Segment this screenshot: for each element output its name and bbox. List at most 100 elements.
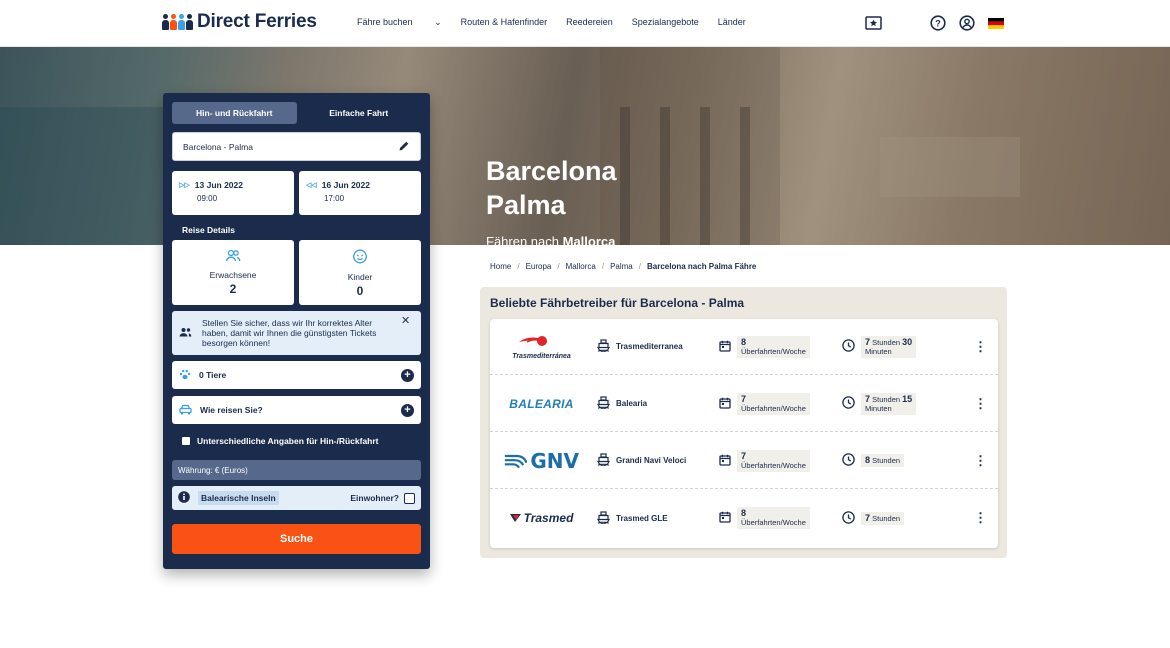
travel-details-label: Reise Details [182, 225, 235, 235]
main-nav: Fähre buchen ⌄ Routen & Hafenfinder Reed… [357, 17, 765, 28]
crossing-duration: 7 Stunden 15 Minuten [842, 392, 917, 415]
info-icon [178, 491, 190, 505]
logo-text: Direct Ferries [197, 11, 317, 32]
nav-item-offers[interactable]: Spezialangebote [632, 17, 699, 28]
child-face-icon [299, 249, 421, 269]
ticket-star-icon[interactable] [864, 14, 882, 32]
crossing-duration: 7 Stunden 30 Minuten [842, 335, 917, 358]
breadcrumb-home[interactable]: Home [490, 262, 511, 271]
checkbox[interactable] [182, 437, 190, 445]
calendar-icon [719, 340, 731, 354]
close-icon[interactable]: ✕ [401, 316, 410, 355]
ship-icon [596, 396, 611, 411]
trip-type-tabs: Hin- und Rückfahrt Einfache Fahrt [172, 102, 421, 124]
logo-people-icon [162, 14, 193, 30]
outbound-arrow-icon: ▷▷ [179, 182, 190, 189]
clock-icon [842, 510, 855, 526]
section-title: Beliebte Fährbetreiber für Barcelona - P… [490, 296, 745, 310]
calendar-icon [719, 397, 731, 411]
help-icon[interactable]: ? [929, 14, 947, 32]
pets-selector[interactable]: 0 Tiere + [172, 361, 421, 389]
calendar-icon [719, 511, 731, 525]
more-vert-icon[interactable]: ⋮ [974, 396, 987, 412]
hero-title-origin: Barcelona [486, 156, 617, 186]
crossing-duration: 8 Stunden [842, 453, 905, 468]
car-icon [179, 404, 192, 417]
age-notice: Stellen Sie sicher, dass wir Ihr korrekt… [172, 311, 421, 355]
return-arrow-icon: ◁◁ [306, 182, 317, 189]
calendar-icon [719, 454, 731, 468]
breadcrumb: Home / Europa / Mallorca / Palma / Barcelona… [490, 262, 757, 271]
trasmediterranea-logo: Trasmediterránea [504, 333, 579, 360]
breadcrumb-palma[interactable]: Palma [610, 262, 633, 271]
route-value: Barcelona - Palma [183, 141, 253, 152]
resident-discount: Balearische Inseln Einwohner? [172, 486, 421, 510]
crossings-per-week: 8 Überfahrten/Woche [719, 335, 810, 358]
list-item[interactable]: BALEARIA Balearia 7 Überfahrten/Woche 7 S… [490, 376, 998, 432]
vehicle-selector[interactable]: Wie reisen Sie? + [172, 396, 421, 424]
edit-pencil-icon[interactable] [398, 140, 410, 154]
people-icon [179, 327, 192, 355]
operator-name: Grandi Navi Veloci [596, 453, 686, 468]
tab-one-way[interactable]: Einfache Fahrt [297, 102, 422, 124]
age-notice-text: Stellen Sie sicher, dass wir Ihr korrekt… [202, 318, 377, 348]
crossings-per-week: 7 Überfahrten/Woche [719, 392, 810, 415]
ship-icon [596, 339, 611, 354]
trasmed-logo: Trasmed [504, 511, 579, 525]
more-vert-icon[interactable]: ⋮ [974, 339, 987, 355]
breadcrumb-current: Barcelona nach Palma Fähre [647, 262, 757, 271]
chevron-down-icon: ⌄ [434, 17, 442, 27]
nav-item-routes[interactable]: Routen & Hafenfinder [461, 17, 548, 28]
direct-ferries-logo[interactable]: Direct Ferries [162, 11, 317, 33]
route-input[interactable]: Barcelona - Palma [172, 132, 421, 161]
more-vert-icon[interactable]: ⋮ [974, 453, 987, 469]
outbound-date-picker[interactable]: ▷▷ 13 Jun 2022 09:00 [172, 171, 294, 215]
german-flag-icon[interactable] [987, 14, 1005, 32]
operators-list: Trasmediterránea Trasmediterranea 8 Überf… [490, 319, 998, 548]
clock-icon [842, 396, 855, 411]
gnv-logo: GNV [504, 449, 579, 473]
adults-selector[interactable]: Erwachsene 2 [172, 240, 294, 305]
ship-icon [596, 453, 611, 468]
clock-icon [842, 339, 855, 354]
list-item[interactable]: Trasmed Trasmed GLE 8 Überfahrten/Woche 7… [490, 490, 998, 546]
nav-item-countries[interactable]: Länder [718, 17, 746, 28]
operator-name: Balearia [596, 396, 647, 411]
different-details-checkbox[interactable]: Unterschiedliche Angaben für Hin-/Rückfa… [182, 436, 379, 446]
ship-icon [596, 510, 611, 526]
search-button[interactable]: Suche [172, 524, 421, 554]
popular-operators-section: Beliebte Fährbetreiber für Barcelona - P… [480, 287, 1007, 558]
crossings-per-week: 8 Überfahrten/Woche [719, 507, 810, 529]
adults-icon [172, 249, 294, 267]
operator-name: Trasmediterranea [596, 339, 683, 354]
currency-selector[interactable]: Währung: € (Euros) [172, 460, 421, 480]
list-item[interactable]: Trasmediterránea Trasmediterranea 8 Überf… [490, 319, 998, 375]
add-pet-plus-icon[interactable]: + [401, 368, 414, 382]
hero-title-destination: Palma [486, 190, 566, 220]
site-header: Direct Ferries Fähre buchen ⌄ Routen & H… [0, 0, 1170, 47]
more-vert-icon[interactable]: ⋮ [974, 510, 987, 526]
balearia-logo: BALEARIA [509, 396, 574, 411]
account-icon[interactable] [958, 14, 976, 32]
breadcrumb-europe[interactable]: Europa [526, 262, 552, 271]
hero-title: Barcelona Palma [486, 154, 617, 222]
list-item[interactable]: GNV Grandi Navi Veloci 7 Überfahrten/Woch… [490, 433, 998, 489]
tab-return-trip[interactable]: Hin- und Rückfahrt [172, 102, 297, 124]
children-selector[interactable]: Kinder 0 [299, 240, 421, 305]
hero-subtitle: Fähren nach Mallorca [486, 234, 616, 245]
clock-icon [842, 453, 855, 468]
resident-label: Einwohner? [350, 493, 399, 503]
resident-region: Balearische Inseln [198, 491, 279, 505]
breadcrumb-mallorca[interactable]: Mallorca [566, 262, 596, 271]
nav-item-book[interactable]: Fähre buchen ⌄ [357, 17, 442, 28]
paw-icon [179, 369, 191, 382]
operator-name: Trasmed GLE [596, 510, 668, 526]
nav-item-operators[interactable]: Reedereien [566, 17, 613, 28]
search-panel: Hin- und Rückfahrt Einfache Fahrt Barcel… [163, 93, 430, 569]
crossing-duration: 7 Stunden [842, 510, 905, 526]
add-vehicle-plus-icon[interactable]: + [401, 403, 414, 417]
resident-checkbox[interactable] [404, 492, 415, 504]
svg-text:?: ? [935, 19, 941, 29]
crossings-per-week: 7 Überfahrten/Woche [719, 449, 810, 472]
return-date-picker[interactable]: ◁◁ 16 Jun 2022 17:00 [299, 171, 421, 215]
